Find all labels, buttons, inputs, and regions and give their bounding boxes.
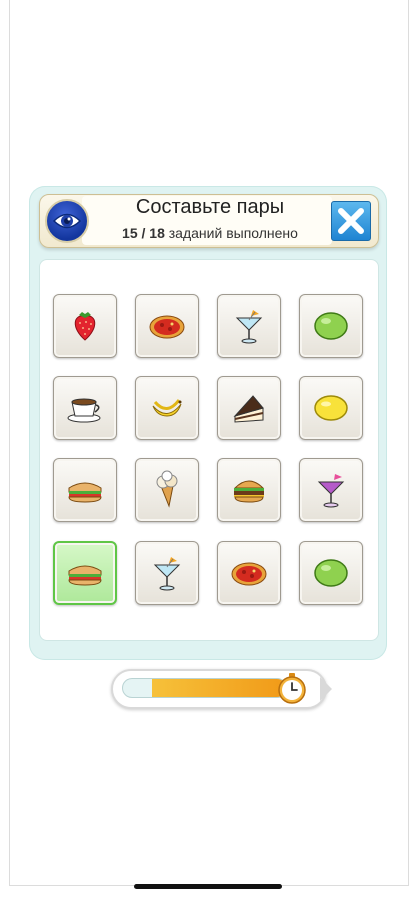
eye-button[interactable]: [45, 199, 89, 243]
stopwatch-icon: [278, 673, 306, 704]
pizza-slice-icon: [231, 562, 267, 586]
tile-3[interactable]: [217, 294, 281, 358]
tile-7[interactable]: [217, 376, 281, 440]
tile-12[interactable]: [299, 458, 363, 522]
tile-8[interactable]: [299, 376, 363, 440]
tile-14[interactable]: [135, 541, 199, 605]
tile-13[interactable]: [53, 541, 117, 605]
tile-9[interactable]: [53, 458, 117, 522]
pizza-slice-icon: [149, 315, 185, 339]
tile-16[interactable]: [299, 541, 363, 605]
timer-track: [122, 678, 287, 698]
tile-2[interactable]: [135, 294, 199, 358]
timer-fill: [152, 679, 286, 697]
tile-5[interactable]: [53, 376, 117, 440]
page-title: Составьте пары: [135, 196, 285, 218]
tile-15[interactable]: [217, 541, 281, 605]
tile-11[interactable]: [217, 458, 281, 522]
tile-6[interactable]: [135, 376, 199, 440]
lemon-icon: [314, 395, 348, 421]
close-icon: [338, 208, 364, 234]
cocktail-icon: [235, 310, 263, 344]
sandwich-icon: [68, 482, 102, 503]
progress-label: заданий выполнено: [168, 225, 298, 241]
cake-slice-icon: [233, 395, 264, 423]
burger-icon: [233, 480, 265, 503]
close-button[interactable]: [331, 201, 371, 241]
home-indicator: [134, 884, 282, 889]
coffee-cup-icon: [67, 398, 101, 423]
lime-icon: [314, 312, 348, 340]
sandwich-icon: [68, 565, 102, 586]
banana-icon: [152, 399, 182, 417]
ice-cream-cone-icon: [156, 470, 178, 508]
timer-pointer: [320, 677, 332, 701]
eye-icon: [52, 213, 82, 229]
strawberry-icon: [74, 312, 96, 341]
tile-4[interactable]: [299, 294, 363, 358]
purple-cocktail-icon: [317, 474, 345, 508]
lime-icon: [314, 559, 348, 587]
tile-10[interactable]: [135, 458, 199, 522]
task-progress: 15 / 18 заданий выполнено: [100, 225, 320, 241]
cocktail-icon: [153, 557, 181, 591]
tile-1[interactable]: [53, 294, 117, 358]
progress-count: 15 / 18: [122, 225, 165, 241]
